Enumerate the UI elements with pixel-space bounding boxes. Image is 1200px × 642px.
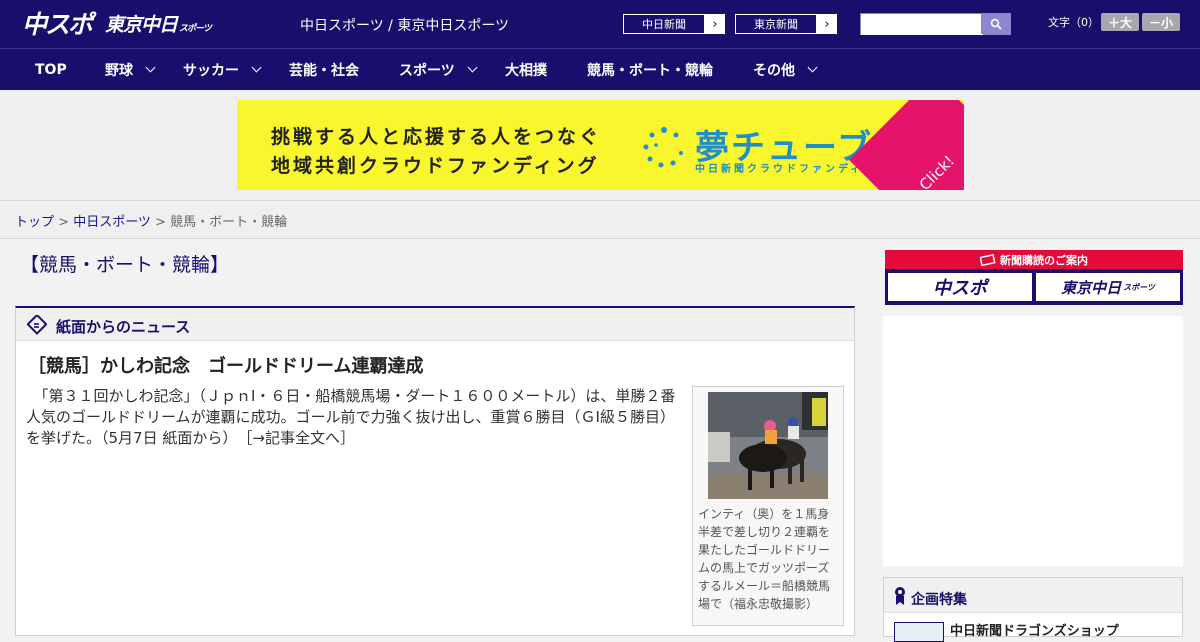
font-size-label: 文字（0） <box>1048 16 1099 29</box>
banner-cta-corner <box>849 100 964 190</box>
nav-item-sumo[interactable]: 大相撲 <box>505 49 547 90</box>
chevron-right-icon: › <box>712 16 718 32</box>
tokyo-chunichi-logo-main: 東京中日 <box>105 13 178 36</box>
tokyo-chunichi-subscribe-small: スポーツ <box>1123 282 1155 292</box>
nav-item-racing[interactable]: 競馬・ボート・競輪 <box>587 49 713 90</box>
feature-header: 企画特集 <box>884 578 1182 613</box>
chevron-down-icon <box>145 62 156 73</box>
nav-item-label: TOP <box>35 61 67 78</box>
article-headline[interactable]: ［競馬］かしわ記念 ゴールドドリーム連覇達成 <box>28 352 423 378</box>
ticket-icon <box>980 253 996 266</box>
newspaper-news-panel: 紙面からのニュース ［競馬］かしわ記念 ゴールドドリーム連覇達成 「第３１回かし… <box>15 306 855 636</box>
award-ribbon-icon <box>895 587 905 605</box>
nav-item-label: その他 <box>753 62 795 79</box>
search-input[interactable] <box>861 15 983 35</box>
font-size-decrease-button[interactable]: －小 <box>1142 13 1180 31</box>
banner-line-2: 地域共創クラウドファンディング <box>271 155 600 177</box>
tokyo-chunichi-logo-text: 東京中日 スポーツ <box>105 10 212 37</box>
nav-item-entertainment[interactable]: 芸能・社会 <box>289 49 359 90</box>
search-icon <box>990 18 1002 30</box>
sidebar-ad-slot <box>883 316 1183 566</box>
breadcrumb-chunichi-sports-link[interactable]: 中日スポーツ <box>73 215 151 230</box>
chuspo-subscribe-label: 中スポ <box>933 278 987 299</box>
dragons-shop-thumbnail[interactable] <box>894 622 944 642</box>
nav-item-sports[interactable]: スポーツ <box>399 49 478 90</box>
subscription-box: 新聞購読のご案内 中スポ 東京中日 スポーツ <box>885 250 1183 305</box>
chevron-right-icon: › <box>824 16 830 32</box>
horse-race-photo-graphic <box>708 392 828 499</box>
nav-item-label: 野球 <box>105 62 133 79</box>
photo-caption: インティ（奥）を１馬身半差で差し切り２連覇を果たしたゴールドドリームの馬上でガッ… <box>698 507 831 611</box>
nav-item-label: サッカー <box>183 62 239 79</box>
horse-race-photo[interactable] <box>708 392 828 499</box>
crowdfunding-banner[interactable]: 挑戦する人と応援する人をつなぐ 地域共創クラウドファンディング 夢チューブ 中日… <box>237 100 964 190</box>
top-header-bar: 中スポ 東京中日 スポーツ 中日スポーツ / 東京中日スポーツ 中日新聞 › 東京… <box>0 0 1200 48</box>
dots-circle-icon <box>643 127 683 168</box>
breadcrumb-separator: > <box>150 215 171 230</box>
tokyo-chunichi-subscribe-label: 東京中日 <box>1061 278 1122 297</box>
breadcrumb-bar: トップ > 中日スポーツ > 競馬・ボート・競輪 <box>0 200 1200 239</box>
nav-item-label: 競馬・ボート・競輪 <box>587 62 713 79</box>
nav-item-top[interactable]: TOP <box>35 49 67 90</box>
search-button[interactable] <box>981 14 1010 34</box>
nav-item-baseball[interactable]: 野球 <box>105 49 156 90</box>
newspaper-tag-icon <box>27 315 47 335</box>
chuspo-logo-text: 中スポ <box>22 10 93 39</box>
subscription-header[interactable]: 新聞購読のご案内 <box>885 250 1183 269</box>
tokyo-shimbun-label: 東京新聞 <box>735 14 817 34</box>
panel-header: 紙面からのニュース <box>16 308 854 341</box>
article-photo-box: インティ（奥）を１馬身半差で差し切り２連覇を果たしたゴールドドリームの馬上でガッ… <box>692 386 844 626</box>
page-title: 【競馬・ボート・競輪】 <box>20 254 230 276</box>
subscription-header-label: 新聞購読のご案内 <box>1000 253 1088 267</box>
chunichi-shimbun-label: 中日新聞 <box>623 14 705 34</box>
nav-item-label: 大相撲 <box>505 62 547 79</box>
nav-item-soccer[interactable]: サッカー <box>183 49 262 90</box>
nav-item-label: 芸能・社会 <box>289 62 359 79</box>
chevron-down-icon <box>467 62 478 73</box>
breadcrumb-current: 競馬・ボート・競輪 <box>170 215 288 230</box>
tokyo-chunichi-logo-small: スポーツ <box>179 23 212 34</box>
breadcrumb-top-link[interactable]: トップ <box>15 215 54 230</box>
tokyo-chunichi-subscribe-button[interactable]: 東京中日 スポーツ <box>1036 273 1180 301</box>
panel-title: 紙面からのニュース <box>56 318 191 336</box>
nav-item-other[interactable]: その他 <box>753 49 818 90</box>
main-nav: TOP 野球 サッカー 芸能・社会 スポーツ 大相撲 競馬・ボート・競輪 その他 <box>0 48 1200 90</box>
tokyo-shimbun-button[interactable]: 東京新聞 › <box>734 13 838 35</box>
font-size-increase-button[interactable]: ＋大 <box>1101 13 1139 31</box>
search-box <box>860 13 1011 35</box>
banner-line-1: 挑戦する人と応援する人をつなぐ <box>271 126 602 148</box>
read-full-article-link[interactable]: ［→記事全文へ］ <box>245 429 355 447</box>
feature-title: 企画特集 <box>911 592 967 608</box>
feature-special-box: 企画特集 中日新聞ドラゴンズショップ <box>883 577 1183 642</box>
article-summary: 「第３１回かしわ記念」（ＪｐｎⅠ・６日・船橋競馬場・ダート１６００メートル）は、… <box>26 386 681 449</box>
nav-item-label: スポーツ <box>399 62 455 79</box>
banner-area: 挑戦する人と応援する人をつなぐ 地域共創クラウドファンディング 夢チューブ 中日… <box>0 90 1200 200</box>
chevron-down-icon <box>807 62 818 73</box>
chunichi-shimbun-button[interactable]: 中日新聞 › <box>622 13 726 35</box>
breadcrumb-separator: > <box>54 215 74 230</box>
site-logo[interactable]: 中スポ 東京中日 スポーツ <box>22 6 212 40</box>
chevron-down-icon <box>251 62 262 73</box>
site-name-label: 中日スポーツ / 東京中日スポーツ <box>300 18 510 34</box>
chuspo-subscribe-button[interactable]: 中スポ <box>888 273 1032 301</box>
breadcrumb: トップ > 中日スポーツ > 競馬・ボート・競輪 <box>15 211 287 230</box>
